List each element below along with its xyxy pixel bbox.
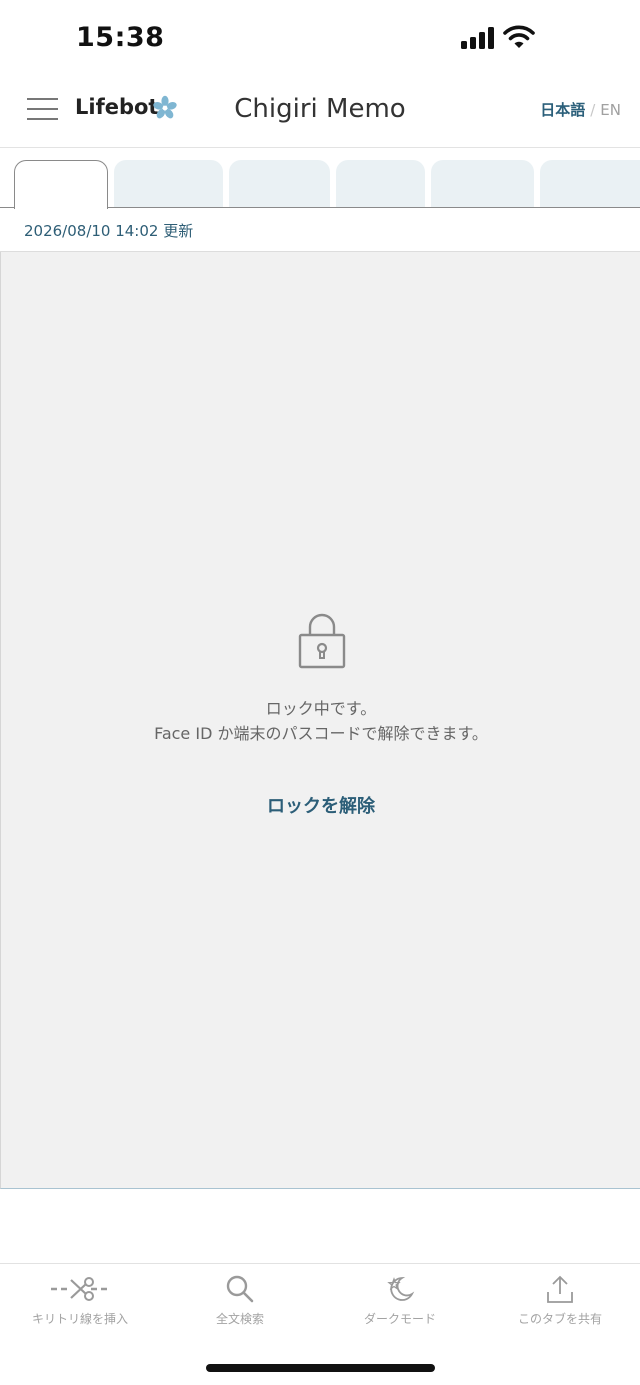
lock-icon <box>298 613 346 669</box>
insert-cut-line-button[interactable]: キリトリ線を挿入 <box>0 1274 160 1334</box>
memo-tab-2[interactable] <box>114 160 223 207</box>
language-switcher: 日本語 / EN <box>540 99 621 120</box>
home-indicator <box>206 1364 435 1372</box>
memo-tab-3[interactable] <box>229 160 330 207</box>
full-text-search-button[interactable]: 全文検索 <box>160 1274 320 1334</box>
moon-star-icon <box>387 1277 415 1301</box>
memo-tab-6[interactable] <box>540 160 640 207</box>
dark-mode-button[interactable]: ダークモード <box>320 1274 480 1334</box>
share-tab-label: このタブを共有 <box>517 1312 602 1326</box>
lock-message-line1: ロック中です。 <box>265 699 377 718</box>
share-icon <box>547 1275 573 1303</box>
memo-tab-4[interactable] <box>336 160 425 207</box>
language-en-link[interactable]: EN <box>600 101 621 119</box>
memo-tab-bar <box>0 149 640 209</box>
share-tab-button[interactable]: このタブを共有 <box>480 1274 640 1334</box>
dark-mode-label: ダークモード <box>363 1312 436 1326</box>
language-ja-link[interactable]: 日本語 <box>540 101 585 119</box>
cellular-signal-icon <box>461 27 495 49</box>
status-time: 15:38 <box>76 22 165 53</box>
updated-timestamp: 2026/08/10 14:02 更新 <box>24 222 194 240</box>
app-header: Lifebot Chigiri Memo 日本語 / EN <box>0 78 640 148</box>
scissors-cut-line-icon <box>51 1277 109 1301</box>
insert-cut-line-label: キリトリ線を挿入 <box>31 1312 128 1326</box>
unlock-button[interactable]: ロックを解除 <box>1 792 640 818</box>
search-icon <box>226 1275 254 1303</box>
language-separator: / <box>590 101 596 119</box>
status-bar: 15:38 <box>0 0 640 78</box>
locked-memo-area: ロック中です。 Face ID か端末のパスコードで解除できます。 ロックを解除 <box>0 252 640 1189</box>
memo-tab-1[interactable] <box>14 160 108 209</box>
lock-message-line2: Face ID か端末のパスコードで解除できます。 <box>154 724 488 743</box>
full-text-search-label: 全文検索 <box>215 1312 264 1326</box>
memo-tab-5[interactable] <box>431 160 534 207</box>
wifi-icon <box>503 25 535 48</box>
